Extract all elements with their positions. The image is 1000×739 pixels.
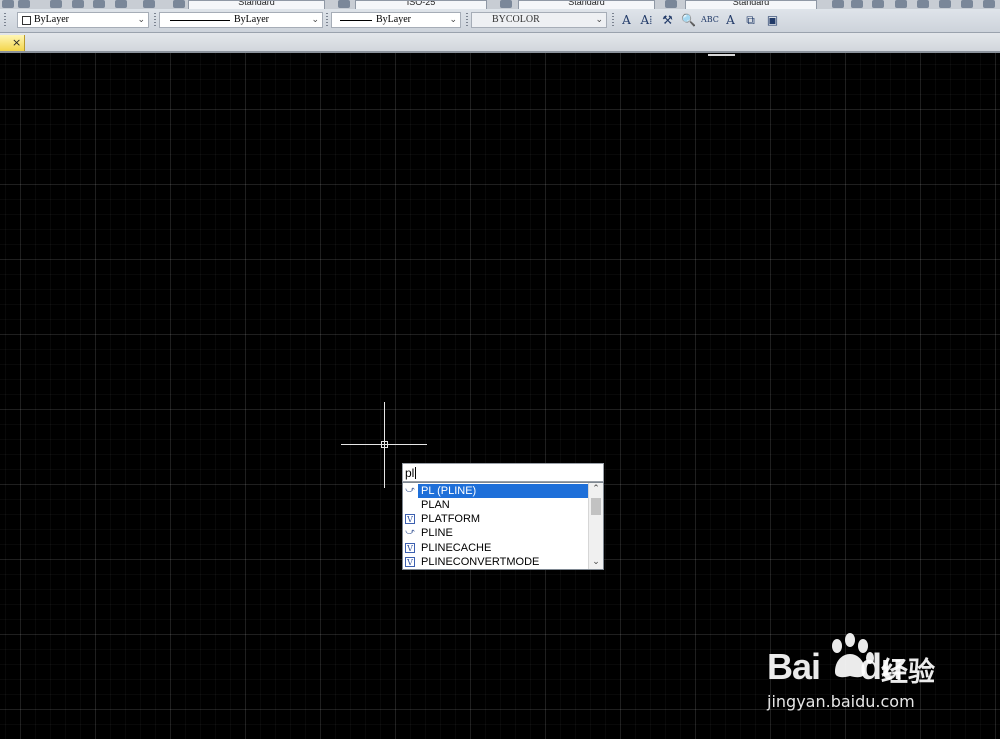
plotstyle-dropdown[interactable]: BYCOLOR ⌄	[471, 12, 607, 28]
chevron-down-icon[interactable]: ⌄	[137, 13, 145, 27]
color-swatch-icon	[22, 16, 31, 25]
lineweight-preview-icon	[340, 20, 372, 21]
color-dropdown[interactable]: ByLayer ⌄	[17, 12, 149, 28]
suggestion-label: PLAN	[421, 499, 450, 511]
suggestion-label: PLINECACHE	[421, 542, 492, 554]
multileader-style-icon	[665, 0, 677, 8]
dimension-icon[interactable]	[983, 0, 995, 8]
calculator-icon[interactable]	[115, 0, 127, 8]
system-variable-icon: V	[405, 557, 415, 567]
toolbar-grip[interactable]	[612, 13, 614, 27]
suggestion-item[interactable]: ⤻ PLINE	[403, 526, 589, 540]
zoom-window-icon[interactable]	[18, 0, 30, 8]
help-icon[interactable]	[143, 0, 155, 8]
linetype-preview-icon	[170, 20, 230, 21]
lineweight-value: ByLayer	[376, 14, 411, 25]
chevron-down-icon[interactable]: ⌄	[589, 556, 603, 569]
autocomplete-list[interactable]: ⤻ PL (PLINE) PLAN V PLATFORM ⤻ PLINE V P…	[402, 482, 604, 570]
chevron-down-icon[interactable]: ⌄	[311, 13, 319, 27]
text-icon[interactable]: A	[618, 12, 635, 28]
linetype-dropdown[interactable]: ByLayer ⌄	[159, 12, 323, 28]
chevron-down-icon[interactable]: ⌄	[595, 13, 603, 27]
canvas-marker	[708, 54, 735, 56]
chevron-up-icon[interactable]: ⌃	[589, 483, 603, 496]
spell-check-icon[interactable]: ABC	[701, 12, 719, 28]
close-icon[interactable]: ×	[12, 36, 21, 49]
dynamic-command-input[interactable]: pl	[402, 463, 604, 482]
suggestion-label: PL (PLINE)	[418, 484, 592, 498]
suggestion-label: PLATFORM	[421, 513, 481, 525]
suggestion-item[interactable]: PLAN	[403, 498, 589, 512]
suggestion-item[interactable]: V PLATFORM	[403, 512, 589, 526]
suggestion-item[interactable]: ⤻ PL (PLINE)	[403, 484, 592, 498]
text-style-icon[interactable]: A	[722, 12, 739, 28]
drawing-tab[interactable]: ×	[0, 35, 25, 51]
toolbar-grip[interactable]	[154, 13, 156, 27]
polyline-icon: ⤻	[405, 527, 415, 537]
paw-logo-icon	[832, 633, 874, 678]
suggestion-item[interactable]: V PLINECONVERTMODE	[403, 555, 589, 569]
text-style-icon	[173, 0, 185, 8]
dimension-icon[interactable]	[832, 0, 844, 8]
scrollbar-thumb[interactable]	[591, 498, 601, 515]
chevron-down-icon[interactable]: ⌄	[449, 13, 457, 27]
dimension-icon[interactable]	[961, 0, 973, 8]
watermark-url: jingyan.baidu.com	[767, 692, 915, 711]
command-input-text: pl	[405, 466, 415, 480]
dimension-style-icon	[338, 0, 350, 8]
color-value: ByLayer	[34, 14, 69, 25]
edit-text-icon[interactable]: ⚒	[659, 12, 676, 28]
dimension-icon[interactable]	[917, 0, 929, 8]
scale-text-icon[interactable]: ⧉	[742, 12, 759, 28]
pickbox-cursor-icon	[381, 441, 388, 448]
dimension-icon[interactable]	[939, 0, 951, 8]
polyline-icon: ⤻	[405, 485, 415, 495]
block-icon[interactable]	[72, 0, 84, 8]
find-text-icon[interactable]: 🔍	[680, 12, 697, 28]
system-variable-icon: V	[405, 514, 415, 524]
single-line-text-icon[interactable]: A⁞	[638, 12, 655, 28]
dimension-icon[interactable]	[851, 0, 863, 8]
zoom-icon[interactable]	[2, 0, 14, 8]
toolbar-grip[interactable]	[466, 13, 468, 27]
linetype-value: ByLayer	[234, 14, 269, 25]
dimension-icon[interactable]	[872, 0, 884, 8]
table-style-icon	[500, 0, 512, 8]
baidu-watermark: Bai du 经验 jingyan.baidu.com	[765, 632, 955, 722]
suggestion-item[interactable]: V PLINECACHE	[403, 541, 589, 555]
match-properties-icon[interactable]	[50, 0, 62, 8]
dimension-icon[interactable]	[895, 0, 907, 8]
plotstyle-value: BYCOLOR	[492, 14, 540, 25]
suggestion-label: PLINECONVERTMODE	[421, 556, 540, 568]
properties-toolbar: ByLayer ⌄ ByLayer ⌄ ByLayer ⌄ BYCOLOR ⌄ …	[0, 9, 1000, 33]
justify-text-icon[interactable]: ▣	[764, 12, 781, 28]
text-caret	[415, 467, 417, 479]
file-tab-bar: ×	[0, 33, 1000, 53]
suggestion-label: PLINE	[421, 527, 453, 539]
toolbar-grip[interactable]	[326, 13, 328, 27]
watermark-chinese: 经验	[881, 657, 935, 688]
autocomplete-scrollbar[interactable]: ⌃ ⌄	[588, 483, 603, 569]
tool-palette-icon[interactable]	[93, 0, 105, 8]
system-variable-icon: V	[405, 543, 415, 553]
toolbar-grip[interactable]	[4, 13, 6, 27]
lineweight-dropdown[interactable]: ByLayer ⌄	[331, 12, 461, 28]
